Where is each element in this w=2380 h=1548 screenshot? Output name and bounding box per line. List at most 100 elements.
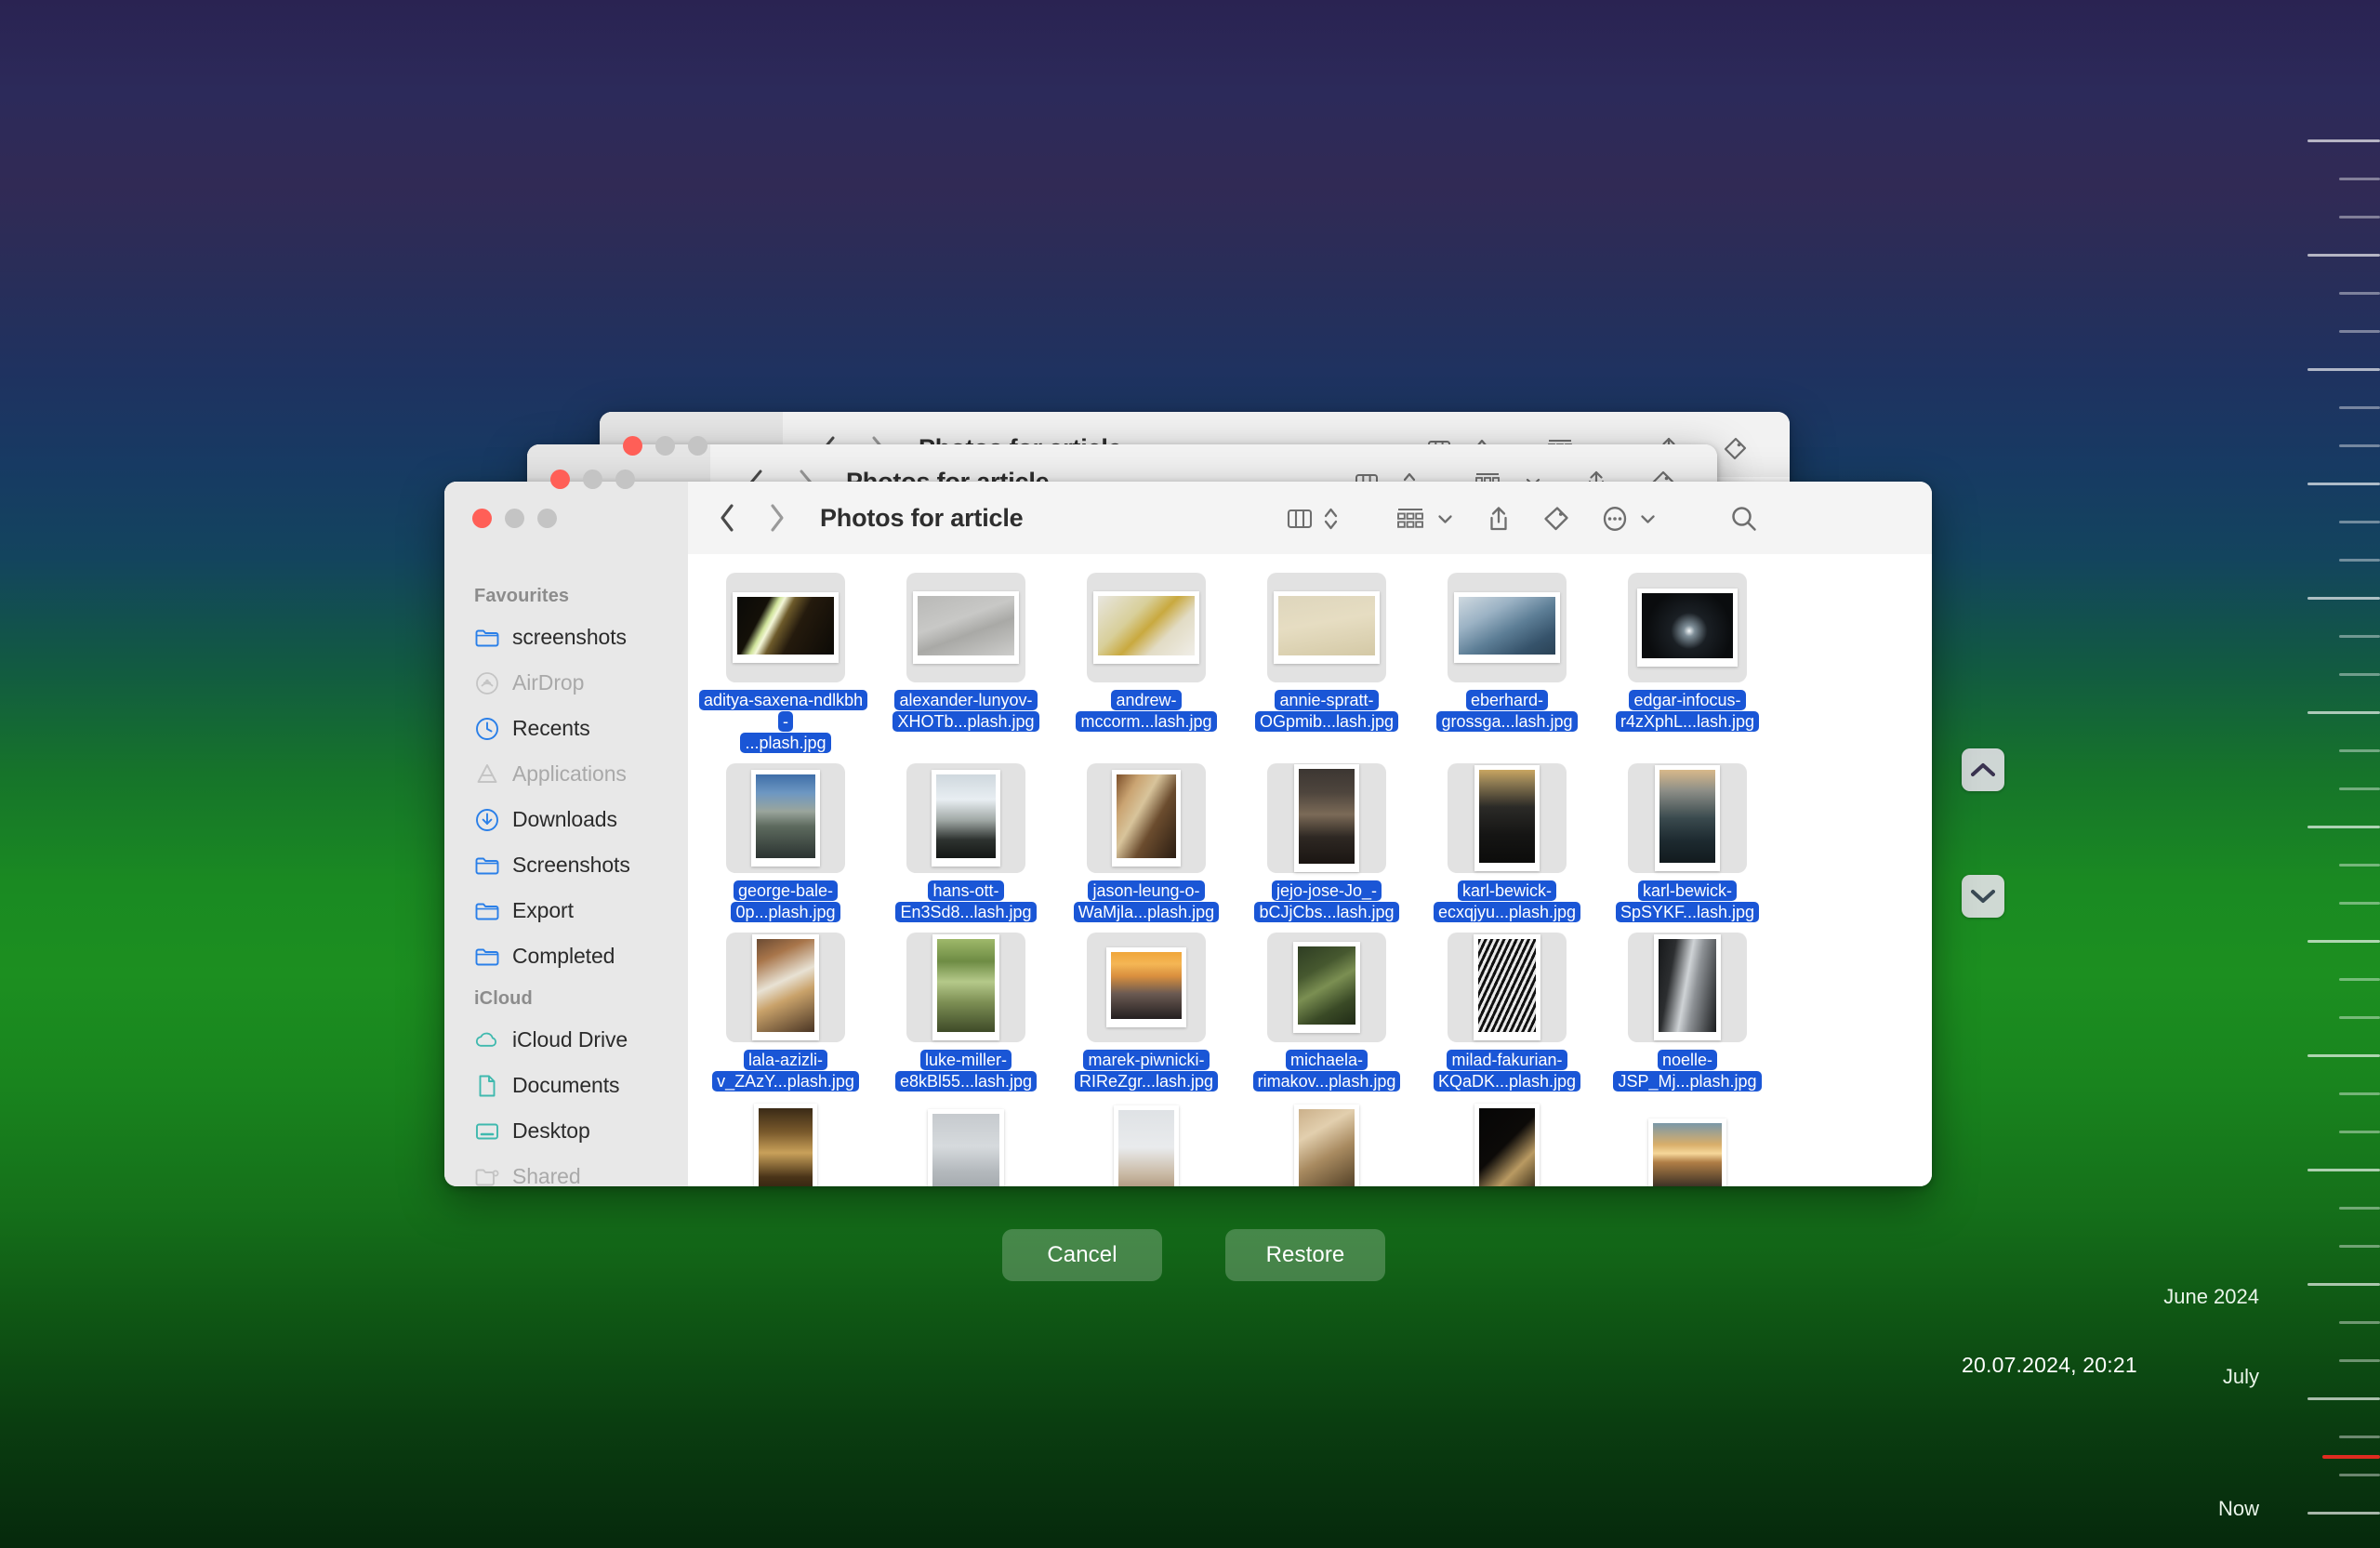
- sidebar-item-export[interactable]: Export: [444, 888, 688, 933]
- timeline-tick[interactable]: [2339, 1474, 2380, 1476]
- finder-sidebar[interactable]: Favourites screenshots AirDrop Recents Appli…: [444, 554, 688, 1186]
- thumbnail-selection-background[interactable]: [906, 573, 1025, 682]
- timeline-tick[interactable]: [2339, 902, 2380, 905]
- photo-thumbnail[interactable]: [733, 592, 839, 663]
- thumbnail-selection-background[interactable]: [726, 763, 845, 874]
- sidebar-item-airdrop[interactable]: AirDrop: [444, 660, 688, 706]
- file-item[interactable]: jason-leung-o- WaMjla...plash.jpg: [1056, 763, 1236, 923]
- timeline-tick[interactable]: [2339, 864, 2380, 867]
- sort-stepper-icon[interactable]: [1324, 506, 1338, 532]
- timeline-tick[interactable]: [2339, 559, 2380, 562]
- sidebar-item-recents[interactable]: Recents: [444, 706, 688, 751]
- sidebar-item-shared[interactable]: Shared: [444, 1154, 688, 1186]
- photo-thumbnail[interactable]: [1294, 764, 1359, 873]
- timeline-tick[interactable]: [2307, 1512, 2380, 1515]
- thumbnail-selection-background[interactable]: [906, 763, 1025, 874]
- timeline-tick[interactable]: [2307, 597, 2380, 600]
- file-item[interactable]: karl-bewick-ecxqjyu...plash.jpg: [1417, 763, 1597, 923]
- photo-thumbnail[interactable]: [928, 1109, 1004, 1186]
- timeline-tick[interactable]: [2339, 330, 2380, 333]
- timeline-tick[interactable]: [2339, 1016, 2380, 1019]
- photo-thumbnail[interactable]: [1454, 592, 1560, 663]
- timeline-tick[interactable]: [2339, 1359, 2380, 1362]
- file-item[interactable]: [1056, 1102, 1236, 1186]
- file-item[interactable]: noelle- JSP_Mj...plash.jpg: [1597, 933, 1778, 1092]
- file-item[interactable]: hans-ott- En3Sd8...lash.jpg: [876, 763, 1056, 923]
- timeline-tick[interactable]: [2307, 1283, 2380, 1286]
- thumbnail-selection-background[interactable]: [726, 933, 845, 1043]
- minimise-button[interactable]: [505, 509, 524, 528]
- timeline-tick[interactable]: [2307, 368, 2380, 371]
- photo-thumbnail[interactable]: [754, 1104, 817, 1186]
- photo-thumbnail[interactable]: [1648, 1118, 1726, 1186]
- sidebar-item-downloads[interactable]: Downloads: [444, 797, 688, 842]
- timeline-tick[interactable]: [2339, 292, 2380, 295]
- thumbnail-selection-background[interactable]: [726, 573, 845, 682]
- zoom-button[interactable]: [688, 436, 707, 456]
- photo-thumbnail[interactable]: [1474, 1104, 1540, 1186]
- photo-thumbnail[interactable]: [1093, 591, 1199, 664]
- photo-thumbnail[interactable]: [1274, 591, 1380, 664]
- file-item[interactable]: alexander-lunyov- XHOTb...plash.jpg: [876, 573, 1056, 754]
- sidebar-item-icloud-drive[interactable]: iCloud Drive: [444, 1017, 688, 1063]
- timeline-tick[interactable]: [2339, 406, 2380, 409]
- photo-thumbnail[interactable]: [1474, 934, 1540, 1041]
- photo-thumbnail[interactable]: [1474, 765, 1540, 872]
- thumbnail-selection-background[interactable]: [1628, 763, 1747, 874]
- photo-thumbnail[interactable]: [1294, 1105, 1359, 1186]
- file-item[interactable]: [1597, 1102, 1778, 1186]
- thumbnail-selection-background[interactable]: [906, 933, 1025, 1043]
- photo-thumbnail[interactable]: [1293, 942, 1360, 1034]
- finder-window-active[interactable]: Photos for article Favourites screenshot…: [444, 482, 1932, 1186]
- timeline-tick[interactable]: [2339, 216, 2380, 218]
- file-item[interactable]: [695, 1102, 876, 1186]
- timeline-tick[interactable]: [2339, 1321, 2380, 1324]
- timeline-tick[interactable]: [2339, 1092, 2380, 1095]
- sidebar-item-documents[interactable]: Documents: [444, 1063, 688, 1108]
- timeline-tick[interactable]: [2339, 1245, 2380, 1248]
- photo-thumbnail[interactable]: [1655, 765, 1720, 872]
- snapshot-down-button[interactable]: [1962, 875, 2004, 918]
- zoom-button[interactable]: [537, 509, 557, 528]
- photo-thumbnail[interactable]: [932, 770, 1000, 867]
- file-item[interactable]: annie-spratt- OGpmib...lash.jpg: [1236, 573, 1417, 754]
- timeline-ticks[interactable]: [2268, 0, 2380, 1548]
- timeline-tick[interactable]: [2307, 826, 2380, 828]
- thumbnail-selection-background[interactable]: [1267, 763, 1386, 874]
- photo-thumbnail[interactable]: [1637, 589, 1738, 667]
- photo-thumbnail[interactable]: [752, 934, 819, 1041]
- sidebar-item-applications[interactable]: Applications: [444, 751, 688, 797]
- view-columns-icon[interactable]: [1287, 507, 1313, 531]
- timeline-tick[interactable]: [2307, 1397, 2380, 1400]
- file-item[interactable]: karl-bewick- SpSYKF...lash.jpg: [1597, 763, 1778, 923]
- thumbnail-selection-background[interactable]: [1267, 1102, 1386, 1186]
- thumbnail-selection-background[interactable]: [1087, 763, 1206, 874]
- photo-thumbnail[interactable]: [1106, 947, 1186, 1028]
- minimise-button[interactable]: [655, 436, 675, 456]
- timeline-tick[interactable]: [2307, 711, 2380, 714]
- traffic-lights[interactable]: [623, 436, 707, 456]
- file-item[interactable]: michaela-rimakov...plash.jpg: [1236, 933, 1417, 1092]
- file-item[interactable]: [876, 1102, 1056, 1186]
- timeline-tick[interactable]: [2339, 444, 2380, 447]
- timeline-tick[interactable]: [2307, 1169, 2380, 1171]
- group-by-icon[interactable]: [1395, 507, 1425, 531]
- tag-icon[interactable]: [1543, 506, 1569, 532]
- timeline-tick[interactable]: [2339, 978, 2380, 981]
- file-item[interactable]: milad-fakurian- KQaDK...plash.jpg: [1417, 933, 1597, 1092]
- timeline-tick[interactable]: [2339, 178, 2380, 180]
- sidebar-item-completed[interactable]: Completed: [444, 933, 688, 979]
- zoom-button[interactable]: [615, 470, 635, 489]
- thumbnail-selection-background[interactable]: [1448, 1102, 1567, 1186]
- file-grid-area[interactable]: aditya-saxena-ndlkbh- ...plash.jpg alexand…: [688, 554, 1932, 1186]
- file-item[interactable]: george-bale- 0p...plash.jpg: [695, 763, 876, 923]
- file-item[interactable]: eberhard-grossga...lash.jpg: [1417, 573, 1597, 754]
- thumbnail-selection-background[interactable]: [726, 1102, 845, 1186]
- thumbnail-selection-background[interactable]: [1267, 573, 1386, 682]
- thumbnail-selection-background[interactable]: [1628, 933, 1747, 1043]
- thumbnail-selection-background[interactable]: [1448, 573, 1567, 682]
- restore-button[interactable]: Restore: [1225, 1229, 1385, 1281]
- restore-actions[interactable]: Cancel Restore: [1002, 1229, 1385, 1281]
- close-button[interactable]: [550, 470, 570, 489]
- timeline-tick[interactable]: [2339, 1131, 2380, 1133]
